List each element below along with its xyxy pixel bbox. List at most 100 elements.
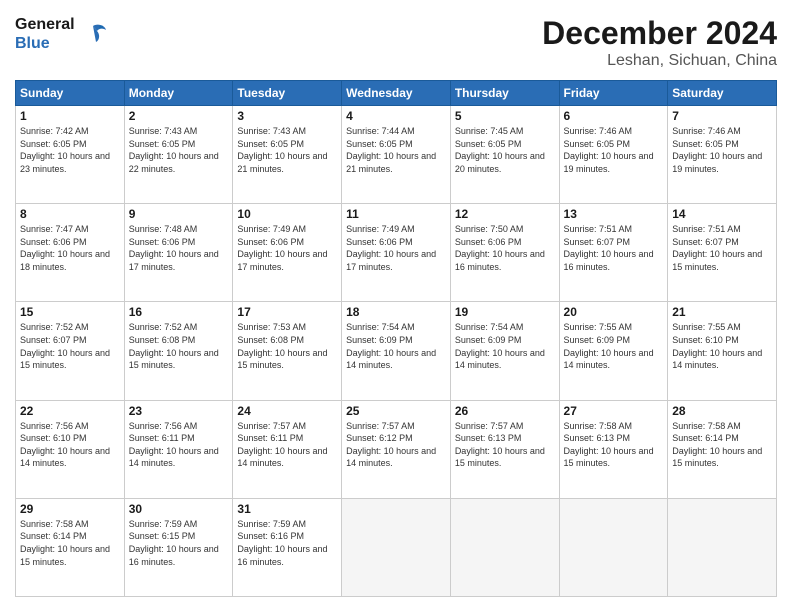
day-number: 8	[20, 207, 120, 221]
calendar-cell: 30 Sunrise: 7:59 AMSunset: 6:15 PMDayligh…	[124, 498, 233, 596]
day-number: 2	[129, 109, 229, 123]
calendar-cell: 1 Sunrise: 7:42 AMSunset: 6:05 PMDaylight…	[16, 106, 125, 204]
day-number: 31	[237, 502, 337, 516]
day-info: Sunrise: 7:43 AMSunset: 6:05 PMDaylight:…	[129, 125, 229, 175]
calendar-cell: 19Sunrise: 7:54 AMSunset: 6:09 PMDayligh…	[450, 302, 559, 400]
logo: General Blue	[15, 15, 107, 53]
day-number: 12	[455, 207, 555, 221]
calendar-day-header: Monday	[124, 81, 233, 106]
calendar-header-row: SundayMondayTuesdayWednesdayThursdayFrid…	[16, 81, 777, 106]
calendar-cell: 25Sunrise: 7:57 AMSunset: 6:12 PMDayligh…	[342, 400, 451, 498]
calendar-cell: 10 Sunrise: 7:49 AMSunset: 6:06 PMDayligh…	[233, 204, 342, 302]
day-number: 7	[672, 109, 772, 123]
day-info: Sunrise: 7:44 AMSunset: 6:05 PMDaylight:…	[346, 125, 446, 175]
day-number: 24	[237, 404, 337, 418]
day-number: 18	[346, 305, 446, 319]
calendar-table: SundayMondayTuesdayWednesdayThursdayFrid…	[15, 80, 777, 597]
calendar-cell: 5Sunrise: 7:45 AMSunset: 6:05 PMDaylight…	[450, 106, 559, 204]
calendar-cell: 21 Sunrise: 7:55 AMSunset: 6:10 PMDayligh…	[668, 302, 777, 400]
day-number: 26	[455, 404, 555, 418]
day-number: 28	[672, 404, 772, 418]
day-number: 6	[564, 109, 664, 123]
logo-blue: Blue	[15, 34, 75, 53]
day-info: Sunrise: 7:49 AMSunset: 6:06 PMDaylight:…	[237, 223, 337, 273]
day-info: Sunrise: 7:46 AMSunset: 6:05 PMDaylight:…	[564, 125, 664, 175]
day-info: Sunrise: 7:58 AMSunset: 6:13 PMDaylight:…	[564, 420, 664, 470]
day-number: 10	[237, 207, 337, 221]
calendar-cell: 8 Sunrise: 7:47 AMSunset: 6:06 PMDaylight…	[16, 204, 125, 302]
day-info: Sunrise: 7:50 AMSunset: 6:06 PMDaylight:…	[455, 223, 555, 273]
calendar-title: December 2024	[542, 15, 777, 52]
day-info: Sunrise: 7:56 AMSunset: 6:10 PMDaylight:…	[20, 420, 120, 470]
calendar-day-header: Thursday	[450, 81, 559, 106]
day-info: Sunrise: 7:48 AMSunset: 6:06 PMDaylight:…	[129, 223, 229, 273]
day-info: Sunrise: 7:46 AMSunset: 6:05 PMDaylight:…	[672, 125, 772, 175]
day-info: Sunrise: 7:59 AMSunset: 6:16 PMDaylight:…	[237, 518, 337, 568]
day-number: 27	[564, 404, 664, 418]
calendar-cell: 26Sunrise: 7:57 AMSunset: 6:13 PMDayligh…	[450, 400, 559, 498]
logo-wordmark: General Blue	[15, 15, 107, 53]
calendar-cell	[668, 498, 777, 596]
calendar-cell: 3Sunrise: 7:43 AMSunset: 6:05 PMDaylight…	[233, 106, 342, 204]
day-number: 17	[237, 305, 337, 319]
day-info: Sunrise: 7:54 AMSunset: 6:09 PMDaylight:…	[455, 321, 555, 371]
calendar-week-row: 1 Sunrise: 7:42 AMSunset: 6:05 PMDaylight…	[16, 106, 777, 204]
day-info: Sunrise: 7:51 AMSunset: 6:07 PMDaylight:…	[564, 223, 664, 273]
day-number: 4	[346, 109, 446, 123]
calendar-cell: 24 Sunrise: 7:57 AMSunset: 6:11 PMDayligh…	[233, 400, 342, 498]
day-number: 14	[672, 207, 772, 221]
calendar-cell	[342, 498, 451, 596]
calendar-cell: 14 Sunrise: 7:51 AMSunset: 6:07 PMDayligh…	[668, 204, 777, 302]
page: General Blue December 2024 Leshan, Sichu…	[0, 0, 792, 612]
day-number: 21	[672, 305, 772, 319]
day-info: Sunrise: 7:57 AMSunset: 6:12 PMDaylight:…	[346, 420, 446, 470]
calendar-cell: 17Sunrise: 7:53 AMSunset: 6:08 PMDayligh…	[233, 302, 342, 400]
day-number: 29	[20, 502, 120, 516]
calendar-cell: 9Sunrise: 7:48 AMSunset: 6:06 PMDaylight…	[124, 204, 233, 302]
calendar-cell: 22 Sunrise: 7:56 AMSunset: 6:10 PMDayligh…	[16, 400, 125, 498]
calendar-cell: 15Sunrise: 7:52 AMSunset: 6:07 PMDayligh…	[16, 302, 125, 400]
calendar-cell: 13 Sunrise: 7:51 AMSunset: 6:07 PMDayligh…	[559, 204, 668, 302]
logo-bird-icon	[79, 20, 107, 48]
calendar-cell: 16 Sunrise: 7:52 AMSunset: 6:08 PMDayligh…	[124, 302, 233, 400]
day-info: Sunrise: 7:52 AMSunset: 6:08 PMDaylight:…	[129, 321, 229, 371]
day-info: Sunrise: 7:57 AMSunset: 6:11 PMDaylight:…	[237, 420, 337, 470]
calendar-cell: 6 Sunrise: 7:46 AMSunset: 6:05 PMDaylight…	[559, 106, 668, 204]
header: General Blue December 2024 Leshan, Sichu…	[15, 15, 777, 70]
calendar-week-row: 8 Sunrise: 7:47 AMSunset: 6:06 PMDaylight…	[16, 204, 777, 302]
day-info: Sunrise: 7:54 AMSunset: 6:09 PMDaylight:…	[346, 321, 446, 371]
day-number: 5	[455, 109, 555, 123]
day-info: Sunrise: 7:49 AMSunset: 6:06 PMDaylight:…	[346, 223, 446, 273]
calendar-cell	[450, 498, 559, 596]
calendar-cell: 28Sunrise: 7:58 AMSunset: 6:14 PMDayligh…	[668, 400, 777, 498]
calendar-day-header: Wednesday	[342, 81, 451, 106]
calendar-day-header: Sunday	[16, 81, 125, 106]
calendar-week-row: 29Sunrise: 7:58 AMSunset: 6:14 PMDayligh…	[16, 498, 777, 596]
day-number: 23	[129, 404, 229, 418]
day-number: 16	[129, 305, 229, 319]
day-number: 13	[564, 207, 664, 221]
day-number: 30	[129, 502, 229, 516]
day-info: Sunrise: 7:42 AMSunset: 6:05 PMDaylight:…	[20, 125, 120, 175]
calendar-cell: 12 Sunrise: 7:50 AMSunset: 6:06 PMDayligh…	[450, 204, 559, 302]
day-info: Sunrise: 7:43 AMSunset: 6:05 PMDaylight:…	[237, 125, 337, 175]
day-info: Sunrise: 7:47 AMSunset: 6:06 PMDaylight:…	[20, 223, 120, 273]
calendar-day-header: Saturday	[668, 81, 777, 106]
calendar-cell: 20Sunrise: 7:55 AMSunset: 6:09 PMDayligh…	[559, 302, 668, 400]
calendar-cell: 11 Sunrise: 7:49 AMSunset: 6:06 PMDayligh…	[342, 204, 451, 302]
day-number: 20	[564, 305, 664, 319]
day-number: 1	[20, 109, 120, 123]
calendar-cell: 23 Sunrise: 7:56 AMSunset: 6:11 PMDayligh…	[124, 400, 233, 498]
day-number: 11	[346, 207, 446, 221]
logo-general: General	[15, 15, 75, 34]
calendar-cell: 18 Sunrise: 7:54 AMSunset: 6:09 PMDayligh…	[342, 302, 451, 400]
day-info: Sunrise: 7:59 AMSunset: 6:15 PMDaylight:…	[129, 518, 229, 568]
calendar-day-header: Friday	[559, 81, 668, 106]
day-info: Sunrise: 7:55 AMSunset: 6:10 PMDaylight:…	[672, 321, 772, 371]
day-number: 15	[20, 305, 120, 319]
calendar-week-row: 15Sunrise: 7:52 AMSunset: 6:07 PMDayligh…	[16, 302, 777, 400]
calendar-cell: 29Sunrise: 7:58 AMSunset: 6:14 PMDayligh…	[16, 498, 125, 596]
day-info: Sunrise: 7:56 AMSunset: 6:11 PMDaylight:…	[129, 420, 229, 470]
day-info: Sunrise: 7:51 AMSunset: 6:07 PMDaylight:…	[672, 223, 772, 273]
day-number: 22	[20, 404, 120, 418]
